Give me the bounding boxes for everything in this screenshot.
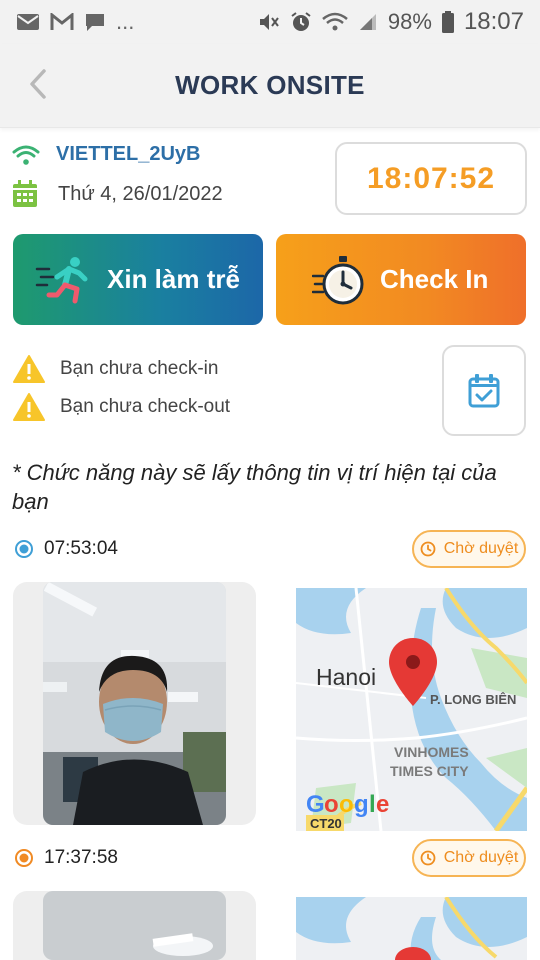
battery-icon	[441, 11, 454, 33]
record-2-photo-card[interactable]	[13, 891, 256, 960]
radio-dot-icon	[15, 849, 33, 867]
check-in-button[interactable]: Check In	[276, 234, 526, 325]
warning-checkin: Bạn chưa check-in	[12, 354, 218, 384]
clock-icon	[420, 541, 436, 557]
live-clock: 18:07:52	[335, 142, 527, 215]
app-header: WORK ONSITE	[0, 44, 540, 128]
record-1-status-badge: Chờ duyệt	[412, 530, 526, 568]
record-2-selfie-photo	[43, 891, 226, 960]
map-road-label: CT20	[310, 816, 342, 831]
more-notifications-icon: ...	[116, 9, 135, 34]
warning-icon	[13, 393, 45, 421]
warning-checkout-text: Bạn chưa check-out	[60, 396, 231, 417]
status-right-icons: 98% 18:07	[258, 8, 524, 36]
status-time: 18:07	[463, 8, 524, 35]
mute-icon	[259, 14, 279, 30]
warning-checkin-text: Bạn chưa check-in	[60, 358, 219, 379]
gmail-icon	[50, 13, 74, 30]
radio-dot-icon	[15, 540, 33, 558]
clock-icon	[420, 850, 436, 866]
svg-text:o: o	[339, 791, 354, 818]
request-late-label: Xin làm trễ	[107, 264, 240, 294]
stopwatch-icon	[312, 255, 364, 304]
date-info: Thứ 4, 26/01/2022	[12, 180, 223, 208]
record-2-status-text: Chờ duyệt	[443, 849, 519, 866]
svg-text:G: G	[306, 791, 325, 818]
record-1-time: 07:53:04	[14, 538, 118, 560]
record-2-location-map[interactable]	[296, 897, 527, 960]
status-left-icons: ...	[16, 9, 134, 35]
calendar-icon	[13, 180, 37, 207]
map-area-label-1: VINHOMES	[394, 744, 469, 760]
page-title: WORK ONSITE	[175, 70, 365, 100]
status-bar: ... 98% 18:07	[0, 0, 540, 44]
calendar-check-icon	[468, 373, 500, 407]
map-image: Hanoi P. LONG BIÊN VINHOMES TIMES CITY G…	[296, 588, 527, 831]
clock-time: 18:07:52	[366, 161, 496, 195]
request-late-button[interactable]: Xin làm trễ	[13, 234, 263, 325]
chat-icon	[86, 14, 104, 31]
email-icon	[17, 14, 39, 30]
wifi-icon	[12, 145, 40, 165]
map-area-label-2: TIMES CITY	[390, 763, 469, 779]
map-image	[296, 897, 527, 960]
svg-text:o: o	[324, 791, 339, 818]
warning-checkout: Bạn chưa check-out	[12, 392, 230, 422]
wifi-icon	[322, 12, 348, 31]
wifi-name: VIETTEL_2UyB	[56, 143, 201, 165]
selfie-image	[43, 582, 226, 825]
record-2-status-badge: Chờ duyệt	[412, 839, 526, 877]
battery-percent: 98%	[387, 9, 432, 34]
alarm-icon	[291, 12, 311, 31]
svg-text:e: e	[376, 791, 389, 818]
google-logo: Google	[306, 791, 389, 818]
current-date: Thứ 4, 26/01/2022	[58, 182, 223, 205]
record-2-time-label: 17:37:58	[44, 847, 118, 868]
check-in-label: Check In	[380, 264, 489, 294]
svg-text:l: l	[369, 791, 376, 818]
map-district-label: P. LONG BIÊN	[430, 692, 516, 707]
signal-icon	[359, 14, 376, 30]
record-2-time: 17:37:58	[14, 847, 118, 869]
record-1-time-label: 07:53:04	[44, 538, 118, 559]
record-1-location-map[interactable]: Hanoi P. LONG BIÊN VINHOMES TIMES CITY G…	[296, 588, 527, 831]
selfie-image	[43, 891, 226, 960]
running-person-icon	[35, 256, 88, 303]
svg-text:g: g	[354, 791, 369, 818]
wifi-info: VIETTEL_2UyB	[12, 143, 200, 166]
record-1-selfie-photo	[43, 582, 226, 825]
location-notice: * Chức năng này sẽ lấy thông tin vị trí …	[12, 460, 497, 514]
record-1-status-text: Chờ duyệt	[443, 540, 519, 557]
calendar-history-button[interactable]	[442, 345, 526, 436]
warning-icon	[13, 355, 45, 383]
record-1-photo-card[interactable]	[13, 582, 256, 825]
map-city-label: Hanoi	[316, 664, 376, 690]
